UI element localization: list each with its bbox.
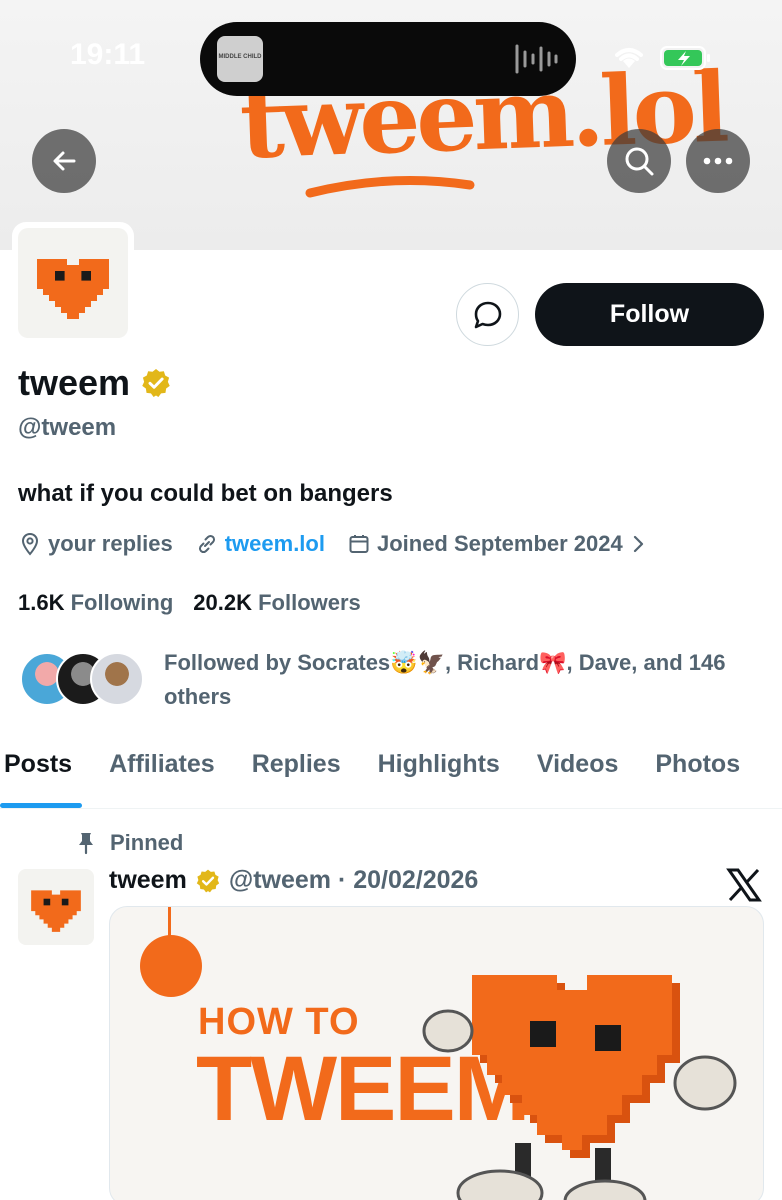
- follower-avatar: [90, 652, 144, 706]
- profile-bio: what if you could bet on bangers: [18, 480, 393, 507]
- joined-text: Joined September 2024: [376, 531, 623, 556]
- chat-bubble-icon: [474, 301, 501, 328]
- back-button[interactable]: [32, 129, 96, 193]
- verified-badge-icon: [196, 869, 219, 892]
- media-string: [168, 907, 171, 937]
- location-pin-icon: [21, 532, 39, 556]
- pin-icon: [79, 833, 93, 855]
- active-tab-indicator: [0, 803, 82, 808]
- chevron-right-icon: [633, 535, 643, 553]
- more-options-button[interactable]: [686, 129, 750, 193]
- wifi-icon: [615, 48, 643, 68]
- search-button[interactable]: [607, 129, 671, 193]
- dynamic-island[interactable]: MIDDLE CHILD: [200, 22, 576, 96]
- post-author-avatar[interactable]: [18, 869, 94, 945]
- tab-replies[interactable]: Replies: [252, 740, 341, 808]
- profile-handle: @tweem: [18, 414, 117, 441]
- heart-mascot-illustration: [422, 975, 737, 1200]
- pixel-heart-logo-icon: [31, 890, 81, 932]
- media-ball: [140, 935, 202, 997]
- status-time: 19:11: [70, 38, 146, 71]
- following-count: 1.6K: [18, 590, 65, 615]
- arrow-left-icon: [53, 151, 76, 171]
- profile-name-row: tweem: [18, 362, 172, 404]
- location-text: your replies: [48, 531, 173, 556]
- location-item: your replies: [18, 531, 173, 557]
- tab-posts[interactable]: Posts: [4, 740, 72, 808]
- profile-tabs: Posts Affiliates Replies Highlights Vide…: [0, 740, 782, 809]
- website-item[interactable]: tweem.lol: [195, 531, 325, 557]
- audio-waveform-icon: [515, 44, 558, 74]
- now-playing-artwork: MIDDLE CHILD: [217, 36, 263, 82]
- followed-by-text: Followed by Socrates🤯🦅, Richard🎀, Dave, …: [164, 650, 726, 709]
- pinned-indicator: Pinned: [76, 830, 183, 856]
- post-author-name[interactable]: tweem: [109, 866, 187, 895]
- joined-item[interactable]: Joined September 2024: [347, 531, 647, 557]
- tab-videos[interactable]: Videos: [537, 740, 619, 808]
- now-playing-artwork-text: MIDDLE CHILD: [218, 54, 262, 60]
- profile-avatar[interactable]: [12, 222, 134, 344]
- verified-badge-icon[interactable]: [140, 367, 172, 399]
- website-link[interactable]: tweem.lol: [225, 531, 325, 557]
- link-icon: [198, 534, 215, 554]
- calendar-icon: [349, 535, 369, 553]
- search-icon: [625, 147, 654, 176]
- tab-highlights[interactable]: Highlights: [378, 740, 500, 808]
- pixel-heart-logo-icon: [37, 259, 109, 319]
- followers-count: 20.2K: [193, 590, 252, 615]
- display-name: tweem: [18, 362, 131, 403]
- banner-swoosh: [305, 176, 475, 198]
- post-header: tweem @tweem · 20/02/2026: [109, 866, 478, 895]
- x-logo-icon[interactable]: [726, 868, 762, 902]
- tab-affiliates[interactable]: Affiliates: [109, 740, 215, 808]
- follow-button[interactable]: Follow: [535, 283, 764, 346]
- post-media-card[interactable]: HOW TO TWEEM: [109, 906, 764, 1200]
- following-stat[interactable]: 1.6K Following: [18, 590, 173, 616]
- tab-photos[interactable]: Photos: [655, 740, 740, 808]
- followed-by-block[interactable]: Followed by Socrates🤯🦅, Richard🎀, Dave, …: [18, 646, 768, 712]
- following-label: Following: [70, 590, 174, 615]
- more-horizontal-icon: [703, 157, 733, 165]
- post-meta: @tweem · 20/02/2026: [228, 866, 479, 894]
- battery-charging-icon: [660, 46, 710, 70]
- follow-stats-row: 1.6K Following 20.2K Followers: [18, 590, 361, 616]
- followers-stat[interactable]: 20.2K Followers: [193, 590, 361, 616]
- pinned-label: Pinned: [110, 830, 184, 855]
- profile-meta-row: your replies tweem.lol Joined September …: [18, 531, 669, 557]
- message-button[interactable]: [456, 283, 519, 346]
- followers-label: Followers: [258, 590, 361, 615]
